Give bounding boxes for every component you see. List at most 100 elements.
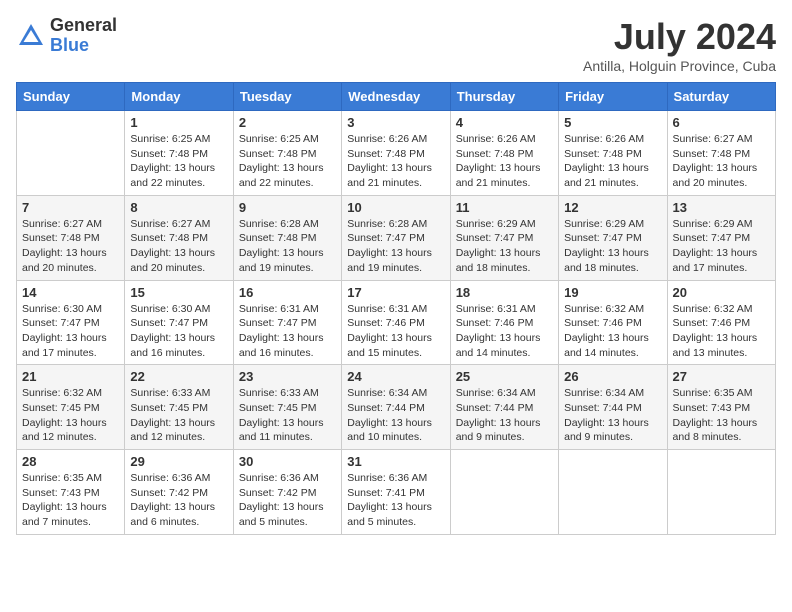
day-number: 6 bbox=[673, 115, 770, 130]
day-number: 8 bbox=[130, 200, 227, 215]
day-number: 1 bbox=[130, 115, 227, 130]
weekday-header: Thursday bbox=[450, 83, 558, 111]
weekday-header: Monday bbox=[125, 83, 233, 111]
calendar-cell: 16 Sunrise: 6:31 AM Sunset: 7:47 PM Dayli… bbox=[233, 280, 341, 365]
calendar-cell: 5 Sunrise: 6:26 AM Sunset: 7:48 PM Daylig… bbox=[559, 111, 667, 196]
day-number: 31 bbox=[347, 454, 444, 469]
day-number: 22 bbox=[130, 369, 227, 384]
day-info: Sunrise: 6:34 AM Sunset: 7:44 PM Dayligh… bbox=[564, 386, 661, 445]
calendar-cell: 23Sunrise: 6:33 AM Sunset: 7:45 PM Dayli… bbox=[233, 365, 341, 450]
calendar-week-row: 7Sunrise: 6:27 AM Sunset: 7:48 PM Daylig… bbox=[17, 195, 776, 280]
day-info: Sunrise: 6:30 AM Sunset: 7:47 PM Dayligh… bbox=[22, 302, 119, 361]
day-number: 13 bbox=[673, 200, 770, 215]
logo-blue: Blue bbox=[50, 36, 117, 56]
calendar-week-row: 21 Sunrise: 6:32 AM Sunset: 7:45 PM Dayli… bbox=[17, 365, 776, 450]
page-header: General Blue July 2024 Antilla, Holguin … bbox=[16, 16, 776, 74]
weekday-header: Friday bbox=[559, 83, 667, 111]
calendar-cell: 7Sunrise: 6:27 AM Sunset: 7:48 PM Daylig… bbox=[17, 195, 125, 280]
day-number: 9 bbox=[239, 200, 336, 215]
calendar-cell: 24 Sunrise: 6:34 AM Sunset: 7:44 PM Dayli… bbox=[342, 365, 450, 450]
calendar-cell: 30 Sunrise: 6:36 AM Sunset: 7:42 PM Dayli… bbox=[233, 450, 341, 535]
calendar-cell: 15 Sunrise: 6:30 AM Sunset: 7:47 PM Dayli… bbox=[125, 280, 233, 365]
calendar-cell bbox=[559, 450, 667, 535]
day-number: 17 bbox=[347, 285, 444, 300]
day-number: 12 bbox=[564, 200, 661, 215]
calendar-cell: 14 Sunrise: 6:30 AM Sunset: 7:47 PM Dayli… bbox=[17, 280, 125, 365]
day-info: Sunrise: 6:31 AM Sunset: 7:46 PM Dayligh… bbox=[347, 302, 444, 361]
day-info: Sunrise: 6:36 AM Sunset: 7:41 PM Dayligh… bbox=[347, 471, 444, 530]
day-info: Sunrise: 6:36 AM Sunset: 7:42 PM Dayligh… bbox=[130, 471, 227, 530]
day-number: 16 bbox=[239, 285, 336, 300]
day-number: 14 bbox=[22, 285, 119, 300]
day-info: Sunrise: 6:32 AM Sunset: 7:45 PM Dayligh… bbox=[22, 386, 119, 445]
calendar-cell bbox=[17, 111, 125, 196]
calendar-cell: 29 Sunrise: 6:36 AM Sunset: 7:42 PM Dayli… bbox=[125, 450, 233, 535]
location-subtitle: Antilla, Holguin Province, Cuba bbox=[583, 58, 776, 74]
weekday-header: Tuesday bbox=[233, 83, 341, 111]
day-info: Sunrise: 6:31 AM Sunset: 7:46 PM Dayligh… bbox=[456, 302, 553, 361]
calendar-week-row: 14 Sunrise: 6:30 AM Sunset: 7:47 PM Dayli… bbox=[17, 280, 776, 365]
day-info: Sunrise: 6:29 AM Sunset: 7:47 PM Dayligh… bbox=[456, 217, 553, 276]
day-number: 15 bbox=[130, 285, 227, 300]
day-info: Sunrise: 6:35 AM Sunset: 7:43 PM Dayligh… bbox=[22, 471, 119, 530]
calendar-cell bbox=[450, 450, 558, 535]
day-number: 20 bbox=[673, 285, 770, 300]
day-info: Sunrise: 6:31 AM Sunset: 7:47 PM Dayligh… bbox=[239, 302, 336, 361]
day-info: Sunrise: 6:25 AM Sunset: 7:48 PM Dayligh… bbox=[239, 132, 336, 191]
day-number: 23 bbox=[239, 369, 336, 384]
logo-text: General Blue bbox=[50, 16, 117, 56]
day-info: Sunrise: 6:34 AM Sunset: 7:44 PM Dayligh… bbox=[347, 386, 444, 445]
day-info: Sunrise: 6:26 AM Sunset: 7:48 PM Dayligh… bbox=[347, 132, 444, 191]
calendar-cell: 18Sunrise: 6:31 AM Sunset: 7:46 PM Dayli… bbox=[450, 280, 558, 365]
day-info: Sunrise: 6:27 AM Sunset: 7:48 PM Dayligh… bbox=[673, 132, 770, 191]
calendar-cell: 11 Sunrise: 6:29 AM Sunset: 7:47 PM Dayli… bbox=[450, 195, 558, 280]
calendar-cell: 13 Sunrise: 6:29 AM Sunset: 7:47 PM Dayli… bbox=[667, 195, 775, 280]
calendar-cell: 26 Sunrise: 6:34 AM Sunset: 7:44 PM Dayli… bbox=[559, 365, 667, 450]
day-info: Sunrise: 6:28 AM Sunset: 7:47 PM Dayligh… bbox=[347, 217, 444, 276]
day-info: Sunrise: 6:26 AM Sunset: 7:48 PM Dayligh… bbox=[564, 132, 661, 191]
day-number: 3 bbox=[347, 115, 444, 130]
calendar-cell: 17 Sunrise: 6:31 AM Sunset: 7:46 PM Dayli… bbox=[342, 280, 450, 365]
logo: General Blue bbox=[16, 16, 117, 56]
day-info: Sunrise: 6:32 AM Sunset: 7:46 PM Dayligh… bbox=[673, 302, 770, 361]
day-number: 10 bbox=[347, 200, 444, 215]
calendar-week-row: 28 Sunrise: 6:35 AM Sunset: 7:43 PM Dayli… bbox=[17, 450, 776, 535]
calendar-cell: 27Sunrise: 6:35 AM Sunset: 7:43 PM Dayli… bbox=[667, 365, 775, 450]
day-number: 28 bbox=[22, 454, 119, 469]
weekday-header: Saturday bbox=[667, 83, 775, 111]
day-info: Sunrise: 6:29 AM Sunset: 7:47 PM Dayligh… bbox=[564, 217, 661, 276]
calendar-cell: 3 Sunrise: 6:26 AM Sunset: 7:48 PM Daylig… bbox=[342, 111, 450, 196]
day-number: 11 bbox=[456, 200, 553, 215]
day-number: 26 bbox=[564, 369, 661, 384]
calendar-week-row: 1 Sunrise: 6:25 AM Sunset: 7:48 PM Daylig… bbox=[17, 111, 776, 196]
day-number: 21 bbox=[22, 369, 119, 384]
calendar-cell: 19 Sunrise: 6:32 AM Sunset: 7:46 PM Dayli… bbox=[559, 280, 667, 365]
calendar-cell: 2 Sunrise: 6:25 AM Sunset: 7:48 PM Daylig… bbox=[233, 111, 341, 196]
day-number: 27 bbox=[673, 369, 770, 384]
calendar-cell: 10 Sunrise: 6:28 AM Sunset: 7:47 PM Dayli… bbox=[342, 195, 450, 280]
month-title: July 2024 bbox=[583, 16, 776, 58]
day-number: 4 bbox=[456, 115, 553, 130]
calendar-cell: 31 Sunrise: 6:36 AM Sunset: 7:41 PM Dayli… bbox=[342, 450, 450, 535]
day-info: Sunrise: 6:26 AM Sunset: 7:48 PM Dayligh… bbox=[456, 132, 553, 191]
calendar-cell: 20 Sunrise: 6:32 AM Sunset: 7:46 PM Dayli… bbox=[667, 280, 775, 365]
day-number: 24 bbox=[347, 369, 444, 384]
calendar-cell: 6 Sunrise: 6:27 AM Sunset: 7:48 PM Daylig… bbox=[667, 111, 775, 196]
day-number: 5 bbox=[564, 115, 661, 130]
day-info: Sunrise: 6:30 AM Sunset: 7:47 PM Dayligh… bbox=[130, 302, 227, 361]
day-number: 29 bbox=[130, 454, 227, 469]
day-info: Sunrise: 6:27 AM Sunset: 7:48 PM Dayligh… bbox=[130, 217, 227, 276]
calendar-cell: 12 Sunrise: 6:29 AM Sunset: 7:47 PM Dayli… bbox=[559, 195, 667, 280]
calendar-cell: 1Sunrise: 6:25 AM Sunset: 7:48 PM Daylig… bbox=[125, 111, 233, 196]
day-number: 2 bbox=[239, 115, 336, 130]
calendar-cell: 22Sunrise: 6:33 AM Sunset: 7:45 PM Dayli… bbox=[125, 365, 233, 450]
calendar-cell: 4 Sunrise: 6:26 AM Sunset: 7:48 PM Daylig… bbox=[450, 111, 558, 196]
title-block: July 2024 Antilla, Holguin Province, Cub… bbox=[583, 16, 776, 74]
day-info: Sunrise: 6:36 AM Sunset: 7:42 PM Dayligh… bbox=[239, 471, 336, 530]
day-number: 19 bbox=[564, 285, 661, 300]
calendar-cell: 28 Sunrise: 6:35 AM Sunset: 7:43 PM Dayli… bbox=[17, 450, 125, 535]
day-info: Sunrise: 6:32 AM Sunset: 7:46 PM Dayligh… bbox=[564, 302, 661, 361]
calendar-cell: 8 Sunrise: 6:27 AM Sunset: 7:48 PM Daylig… bbox=[125, 195, 233, 280]
day-info: Sunrise: 6:29 AM Sunset: 7:47 PM Dayligh… bbox=[673, 217, 770, 276]
day-number: 30 bbox=[239, 454, 336, 469]
